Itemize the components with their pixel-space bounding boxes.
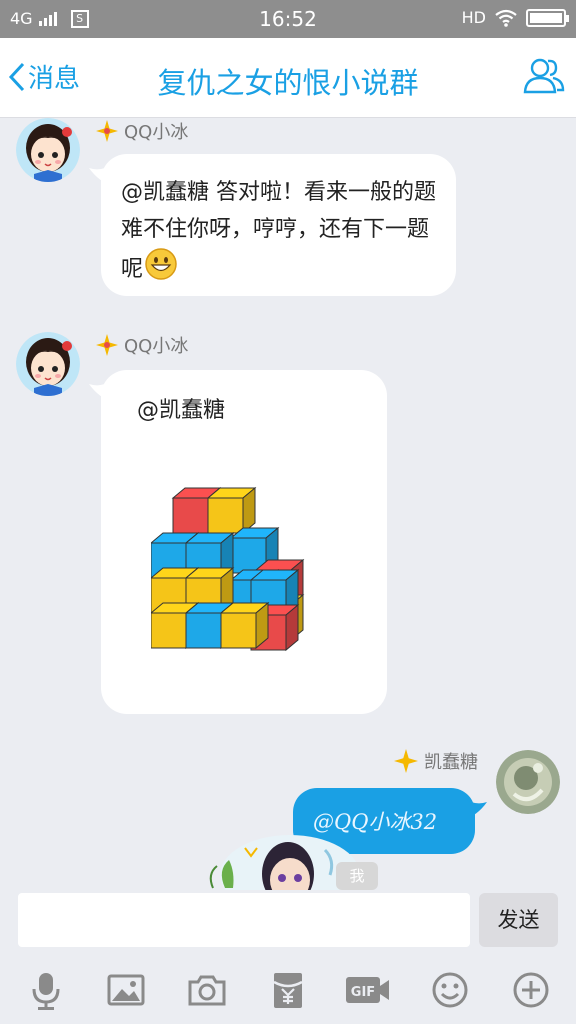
my-avatar[interactable]: [496, 750, 560, 814]
microphone-icon[interactable]: [26, 970, 66, 1010]
plus-icon[interactable]: [511, 970, 551, 1010]
bubble-tail: [89, 380, 113, 402]
mention-text: @凯蠢糖: [137, 398, 226, 423]
svg-text:GIF: GIF: [351, 985, 375, 1000]
chat-toolbar: GIF: [0, 950, 576, 1024]
chat-header: 消息 复仇之女的恨小说群: [0, 38, 576, 118]
me-tag: 我: [336, 862, 378, 890]
message-input[interactable]: [18, 893, 470, 947]
chevron-left-icon: [8, 62, 25, 91]
cube-puzzle-image[interactable]: [151, 470, 341, 670]
sender-name: QQ小冰: [96, 118, 188, 144]
star-badge-icon: [96, 120, 118, 142]
wifi-icon: [495, 9, 517, 27]
sender-name: QQ小冰: [96, 332, 188, 358]
back-label: 消息: [28, 64, 81, 94]
sender-label: 凯蠢糖: [424, 752, 478, 773]
image-icon[interactable]: [106, 970, 146, 1010]
group-members-icon: [523, 58, 565, 94]
message-bubble[interactable]: @凯蠢糖 答对啦！看来一般的题难不住你呀，哼哼，还有下一题呢: [89, 154, 456, 296]
chat-area[interactable]: QQ小冰 @凯蠢糖 答对啦！看来一般的题难不住你呀，哼哼，还有下一题呢 QQ小冰…: [0, 118, 576, 890]
message-bubble[interactable]: @凯蠢糖: [89, 370, 387, 714]
page-title: 复仇之女的恨小说群: [157, 66, 419, 100]
sender-label: QQ小冰: [124, 336, 189, 357]
emoji-icon[interactable]: [430, 970, 470, 1010]
bot-avatar[interactable]: [16, 332, 80, 396]
bubble-tail: [89, 164, 113, 186]
sender-label: QQ小冰: [124, 122, 189, 143]
camera-icon[interactable]: [187, 970, 227, 1010]
status-right: HD: [461, 8, 569, 27]
gif-icon[interactable]: GIF: [345, 970, 391, 1010]
star-badge-icon: [96, 334, 118, 356]
grin-emoji-icon: [145, 248, 177, 292]
bot-avatar[interactable]: [16, 118, 80, 182]
battery-icon: [526, 8, 569, 27]
hd-label: HD: [461, 8, 486, 27]
bubble-tail: [463, 798, 487, 820]
back-button[interactable]: 消息: [8, 58, 80, 95]
star-badge-icon: [394, 749, 418, 773]
status-bar: 4G S 16:52 HD: [0, 0, 576, 38]
battery-fill: [530, 12, 562, 23]
message-text: @凯蠢糖 答对啦！看来一般的题难不住你呀，哼哼，还有下一题呢: [121, 174, 441, 292]
cube: [206, 486, 257, 535]
send-button[interactable]: 发送: [479, 893, 558, 947]
red-packet-icon[interactable]: [268, 970, 308, 1010]
my-sender-name: 凯蠢糖: [394, 748, 478, 774]
input-row: 发送: [0, 890, 576, 950]
cube: [219, 601, 270, 650]
group-members-button[interactable]: [522, 56, 566, 100]
